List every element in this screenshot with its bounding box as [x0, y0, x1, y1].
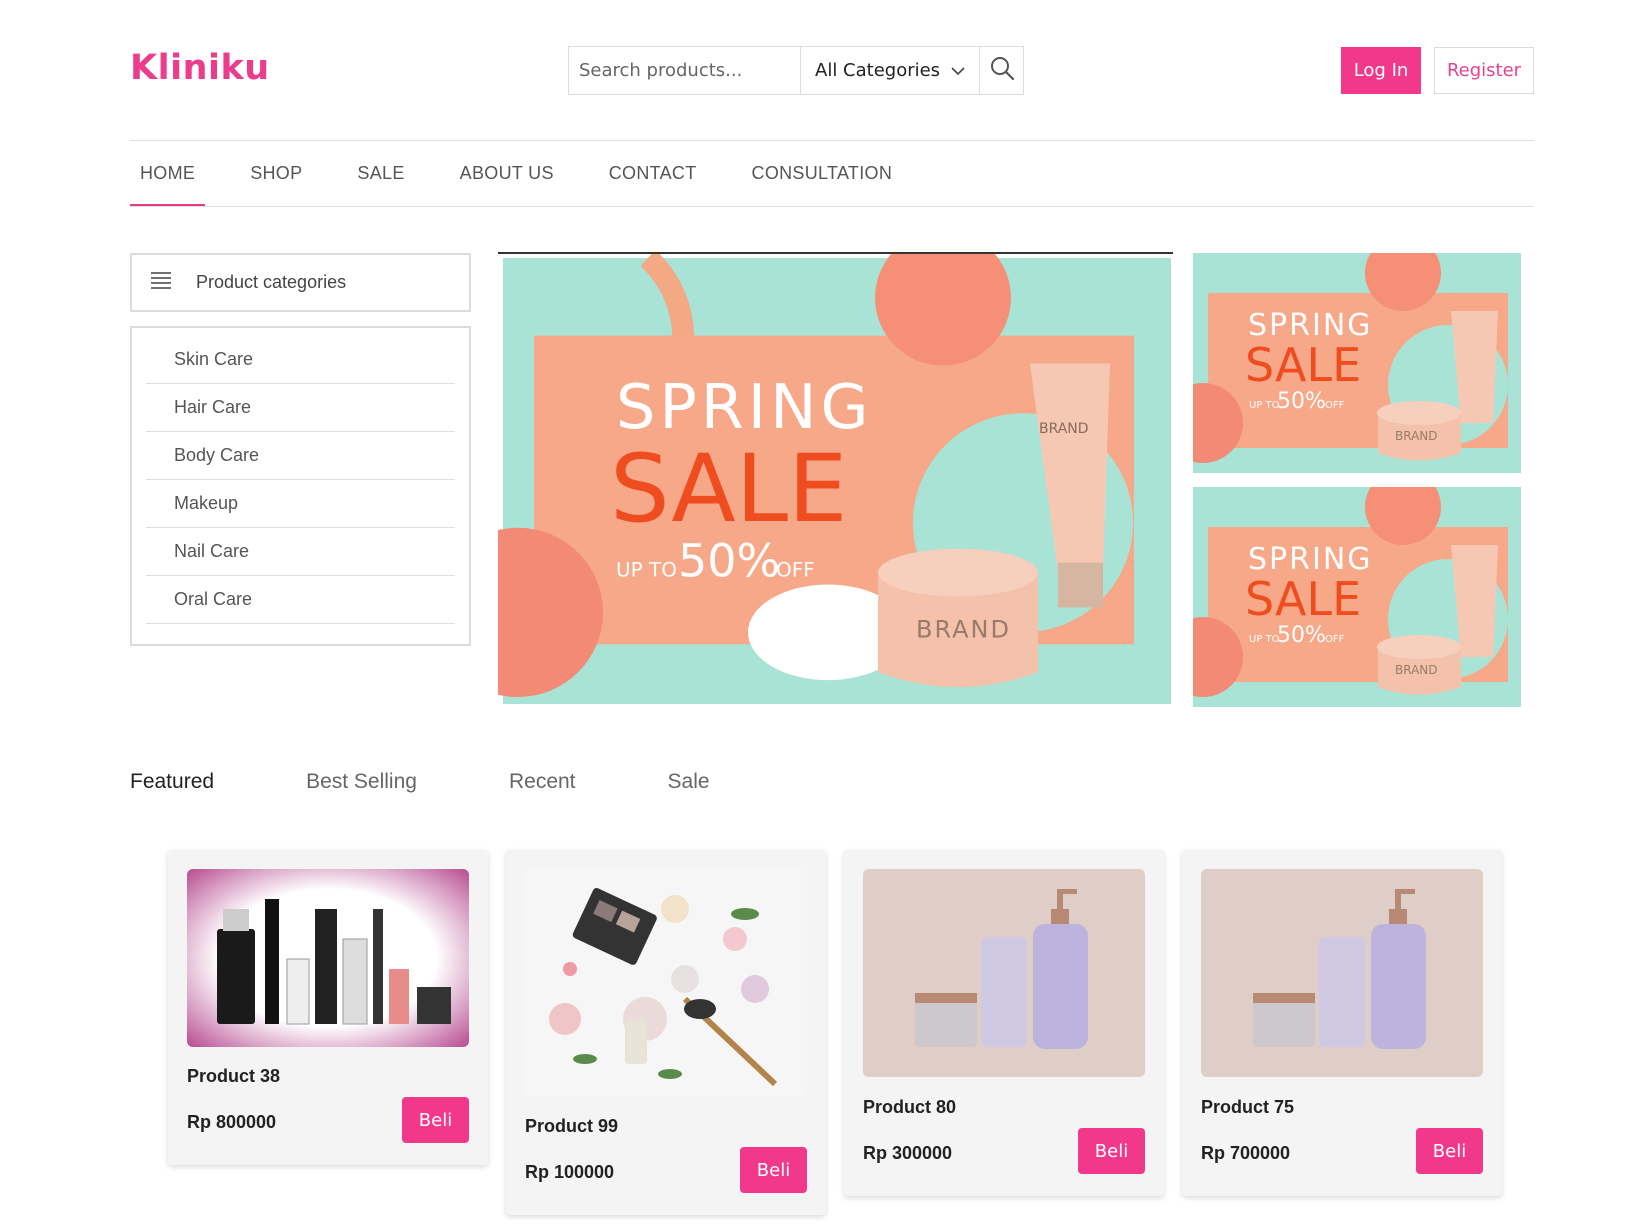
- small-banner-discount-text: 50%: [1277, 623, 1326, 648]
- product-price: Rp 700000: [1201, 1143, 1291, 1163]
- side-sale-banner-top[interactable]: SPRING SALE UP TO 50% OFF BRAND: [1193, 253, 1521, 473]
- banner-jar-brand-text: BRAND: [916, 615, 1011, 643]
- small-banner-upto-text: UP TO: [1249, 634, 1280, 645]
- product-image[interactable]: [525, 869, 807, 1096]
- nav-item-shop[interactable]: SHOP: [240, 141, 312, 206]
- main-nav: HOME SHOP SALE ABOUT US CONTACT CONSULTA…: [130, 141, 937, 207]
- small-banner-brand-text: BRAND: [1395, 663, 1438, 677]
- product-categories-title: Product categories: [196, 272, 347, 292]
- banner-upto-text: UP TO: [616, 558, 677, 582]
- search-bar: All Categories: [568, 46, 1024, 95]
- login-button[interactable]: Log In: [1341, 47, 1421, 94]
- small-banner-sale-text: SALE: [1245, 572, 1361, 626]
- product-price: Rp 300000: [863, 1143, 953, 1163]
- search-input[interactable]: [569, 47, 801, 94]
- product-card: Product 99 Rp 100000 Beli: [506, 850, 826, 1215]
- search-icon: [989, 55, 1015, 86]
- buy-button[interactable]: Beli: [402, 1097, 469, 1143]
- small-banner-upto-text: UP TO: [1249, 400, 1280, 411]
- banner-discount-text: 50%: [678, 534, 780, 588]
- tab-best-selling[interactable]: Best Selling: [306, 770, 417, 794]
- category-item-body-care[interactable]: Body Care: [146, 432, 455, 480]
- register-button[interactable]: Register: [1434, 47, 1534, 94]
- category-list: Skin Care Hair Care Body Care Makeup Nai…: [130, 326, 471, 646]
- product-card: Product 80 Rp 300000 Beli: [844, 850, 1164, 1196]
- small-banner-off-text: OFF: [1325, 400, 1345, 411]
- product-name: Product 38: [187, 1066, 281, 1086]
- product-image[interactable]: [1201, 869, 1483, 1077]
- product-categories-toggle[interactable]: Product categories: [130, 253, 471, 312]
- buy-button[interactable]: Beli: [1416, 1128, 1483, 1174]
- menu-icon: [150, 271, 172, 294]
- category-item-makeup[interactable]: Makeup: [146, 480, 455, 528]
- tab-sale[interactable]: Sale: [668, 770, 710, 794]
- category-item-hair-care[interactable]: Hair Care: [146, 384, 455, 432]
- nav-divider-bottom: [130, 206, 1534, 207]
- nav-item-sale[interactable]: SALE: [347, 141, 414, 206]
- tab-featured[interactable]: Featured: [130, 770, 214, 794]
- product-image[interactable]: [863, 869, 1145, 1077]
- buy-button[interactable]: Beli: [1078, 1128, 1145, 1174]
- banner-sale-text: SALE: [610, 435, 847, 544]
- banner-tube-brand-text: BRAND: [1039, 421, 1089, 437]
- product-price: Rp 100000: [525, 1162, 615, 1182]
- banner-off-text: OFF: [776, 558, 815, 582]
- product-price: Rp 800000: [187, 1112, 277, 1132]
- main-sale-banner[interactable]: SPRING SALE UP TO 50% OFF BRAND BRAND: [498, 252, 1173, 707]
- small-banner-sale-text: SALE: [1245, 338, 1361, 392]
- category-item-nail-care[interactable]: Nail Care: [146, 528, 455, 576]
- small-banner-brand-text: BRAND: [1395, 429, 1438, 443]
- nav-item-home[interactable]: HOME: [130, 141, 206, 207]
- nav-item-consultation[interactable]: CONSULTATION: [742, 141, 903, 206]
- product-name: Product 80: [863, 1097, 957, 1117]
- small-banner-discount-text: 50%: [1277, 389, 1326, 414]
- category-select-value: All Categories: [815, 60, 941, 81]
- side-sale-banner-bottom[interactable]: SPRING SALE UP TO 50% OFF BRAND: [1193, 487, 1521, 707]
- product-card: Product 75 Rp 700000 Beli: [1182, 850, 1502, 1196]
- tab-recent[interactable]: Recent: [509, 770, 576, 794]
- product-name: Product 75: [1201, 1097, 1295, 1117]
- small-banner-off-text: OFF: [1325, 634, 1345, 645]
- category-item-skin-care[interactable]: Skin Care: [146, 336, 455, 384]
- product-tabs: Featured Best Selling Recent Sale: [130, 770, 802, 794]
- chevron-down-icon: [951, 60, 965, 81]
- product-image[interactable]: [187, 869, 469, 1047]
- buy-button[interactable]: Beli: [740, 1147, 807, 1193]
- banner-spring-text: SPRING: [616, 371, 873, 443]
- category-item-oral-care[interactable]: Oral Care: [146, 576, 455, 624]
- brand-logo[interactable]: Kliniku: [130, 48, 270, 88]
- category-select[interactable]: All Categories: [801, 47, 980, 94]
- product-name: Product 99: [525, 1116, 619, 1136]
- nav-item-contact[interactable]: CONTACT: [599, 141, 707, 206]
- nav-item-about-us[interactable]: ABOUT US: [450, 141, 564, 206]
- product-card: Product 38 Rp 800000 Beli: [168, 850, 488, 1165]
- search-button[interactable]: [980, 47, 1023, 94]
